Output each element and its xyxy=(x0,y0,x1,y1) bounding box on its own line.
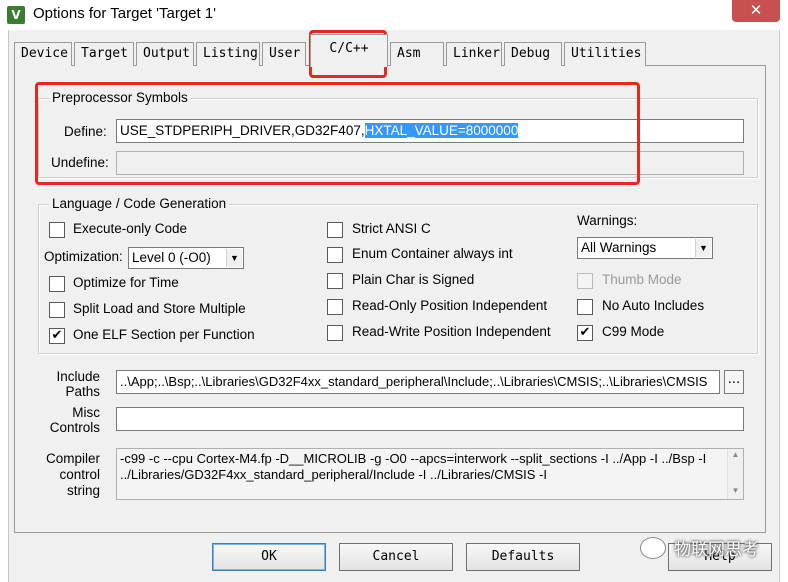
watermark-text: 物联网思考 xyxy=(674,540,759,560)
ro-position-independent-checkbox[interactable] xyxy=(327,299,343,315)
misc-controls-label-line2: Controls xyxy=(49,420,100,435)
one-elf-label: One ELF Section per Function xyxy=(73,327,255,342)
checkmark-icon: ✔ xyxy=(579,325,591,340)
execute-only-checkbox[interactable] xyxy=(49,222,65,238)
misc-controls-label: Misc Controls xyxy=(40,405,100,435)
defaults-button[interactable]: Defaults xyxy=(466,543,580,571)
tab-user[interactable]: User xyxy=(262,42,306,66)
misc-controls-input[interactable] xyxy=(116,407,744,431)
compiler-string-line2: ../Libraries/GD32F4xx_standard_periphera… xyxy=(120,467,548,482)
optimize-time-label: Optimize for Time xyxy=(73,275,179,290)
include-paths-browse-button[interactable]: ... xyxy=(724,370,744,394)
rw-position-independent-label: Read-Write Position Independent xyxy=(352,324,551,339)
thumb-mode-checkbox xyxy=(577,273,593,289)
language-group-title: Language / Code Generation xyxy=(49,196,230,211)
preprocessor-group-title: Preprocessor Symbols xyxy=(49,90,191,105)
split-load-label: Split Load and Store Multiple xyxy=(73,301,246,316)
define-value-plain: USE_STDPERIPH_DRIVER,GD32F407, xyxy=(120,123,365,138)
c99-mode-label: C99 Mode xyxy=(602,324,665,339)
warnings-value: All Warnings xyxy=(581,240,657,255)
tab-utilities[interactable]: Utilities xyxy=(564,42,646,66)
close-button[interactable]: ✕ xyxy=(732,0,780,22)
optimize-time-checkbox[interactable] xyxy=(49,276,65,292)
tab-asm[interactable]: Asm xyxy=(390,42,444,66)
optimization-label: Optimization: xyxy=(44,249,123,264)
scroll-down-icon[interactable]: ▼ xyxy=(728,485,743,497)
compiler-control-label-line3: string xyxy=(66,483,100,498)
rw-position-independent-checkbox[interactable] xyxy=(327,325,343,341)
split-load-checkbox[interactable] xyxy=(49,302,65,318)
title-bar: V Options for Target 'Target 1' ✕ xyxy=(0,0,788,30)
execute-only-label: Execute-only Code xyxy=(73,221,188,236)
strict-ansi-checkbox[interactable] xyxy=(327,222,343,238)
thumb-mode-label: Thumb Mode xyxy=(602,272,682,287)
watermark: 物联网思考 xyxy=(640,535,759,560)
no-auto-includes-checkbox[interactable] xyxy=(577,299,593,315)
ro-position-independent-label: Read-Only Position Independent xyxy=(352,298,548,313)
compiler-control-label-line2: control xyxy=(59,467,100,482)
one-elf-checkbox[interactable]: ✔ xyxy=(49,328,65,344)
chevron-down-icon: ▼ xyxy=(226,249,242,267)
plain-char-checkbox[interactable] xyxy=(327,273,343,289)
tab-listing[interactable]: Listing xyxy=(196,42,260,66)
optimization-select[interactable]: Level 0 (-O0) ▼ xyxy=(128,247,244,269)
c99-mode-checkbox[interactable]: ✔ xyxy=(577,325,593,341)
tab-output[interactable]: Output xyxy=(136,42,194,66)
ok-button[interactable]: OK xyxy=(212,543,326,571)
compiler-string-scrollbar[interactable]: ▲ ▼ xyxy=(727,449,743,499)
cancel-button[interactable]: Cancel xyxy=(339,543,453,571)
include-paths-label-line2: Paths xyxy=(65,384,100,399)
tab-debug[interactable]: Debug xyxy=(504,42,562,66)
define-value-selected: HXTAL_VALUE=8000000 xyxy=(364,123,519,138)
undefine-label: Undefine: xyxy=(51,155,109,170)
misc-controls-label-line1: Misc xyxy=(72,405,100,420)
options-dialog: V Options for Target 'Target 1' ✕ Device… xyxy=(0,0,788,582)
compiler-control-string[interactable]: -c99 -c --cpu Cortex-M4.fp -D__MICROLIB … xyxy=(116,448,744,500)
enum-container-checkbox[interactable] xyxy=(327,247,343,263)
keil-app-icon: V xyxy=(7,6,25,24)
include-paths-label: Include Paths xyxy=(40,369,100,399)
tab-device[interactable]: Device xyxy=(14,42,72,66)
compiler-control-label: Compiler control string xyxy=(40,451,100,499)
window-title: Options for Target 'Target 1' xyxy=(33,5,217,22)
define-input[interactable]: USE_STDPERIPH_DRIVER,GD32F407,HXTAL_VALU… xyxy=(116,119,744,143)
plain-char-label: Plain Char is Signed xyxy=(352,272,475,287)
wechat-icon xyxy=(640,536,666,559)
warnings-label: Warnings: xyxy=(577,213,638,228)
chevron-down-icon: ▼ xyxy=(695,239,711,257)
compiler-control-label-line1: Compiler xyxy=(45,451,100,466)
optimization-value: Level 0 (-O0) xyxy=(132,250,211,265)
scroll-up-icon[interactable]: ▲ xyxy=(728,449,743,461)
undefine-input[interactable] xyxy=(116,151,744,175)
strict-ansi-label: Strict ANSI C xyxy=(352,221,431,236)
compiler-string-line1: -c99 -c --cpu Cortex-M4.fp -D__MICROLIB … xyxy=(120,451,707,466)
include-paths-input[interactable]: ..\App;..\Bsp;..\Libraries\GD32F4xx_stan… xyxy=(116,370,720,394)
warnings-select[interactable]: All Warnings ▼ xyxy=(577,237,713,259)
checkmark-icon: ✔ xyxy=(51,328,63,343)
no-auto-includes-label: No Auto Includes xyxy=(602,298,705,313)
tab-cpp[interactable]: C/C++ xyxy=(310,34,388,67)
tab-target[interactable]: Target xyxy=(74,42,134,66)
tab-linker[interactable]: Linker xyxy=(446,42,502,66)
define-label: Define: xyxy=(64,124,107,139)
include-paths-label-line1: Include xyxy=(56,369,100,384)
enum-container-label: Enum Container always int xyxy=(352,246,513,261)
